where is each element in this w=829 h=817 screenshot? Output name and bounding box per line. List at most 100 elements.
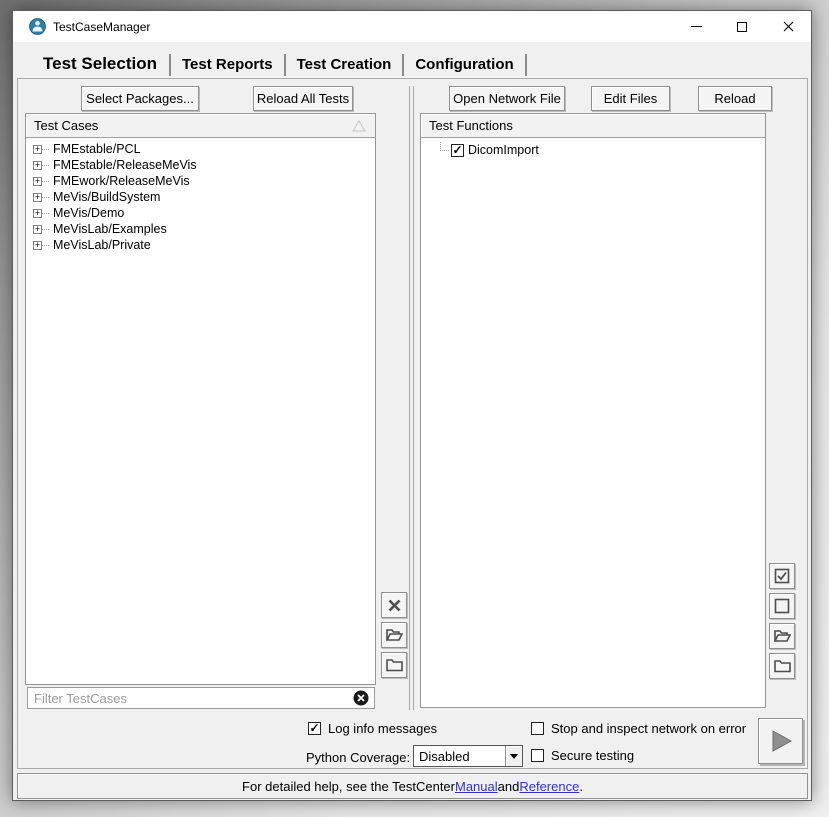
tree-item-mevislab-private[interactable]: + MeVisLab/Private: [33, 237, 375, 253]
open-testcase-folder-button[interactable]: [381, 622, 407, 648]
help-footer: For detailed help, see the TestCenter Ma…: [17, 773, 808, 799]
expand-icon[interactable]: +: [33, 241, 42, 250]
maximize-button[interactable]: [719, 11, 765, 42]
log-info-messages-label: Log info messages: [328, 721, 437, 736]
python-coverage-dropdown-button[interactable]: [505, 746, 522, 766]
expand-icon[interactable]: +: [33, 193, 42, 202]
chevron-down-icon: [510, 754, 518, 759]
tree-item-label: MeVis/BuildSystem: [53, 190, 160, 204]
tree-item-fmestable-pcl[interactable]: + FMEstable/PCL: [33, 141, 375, 157]
branch-line: [42, 229, 49, 230]
stop-inspect-checkbox[interactable]: [531, 722, 544, 735]
branch-line: [42, 149, 49, 150]
tab-bar: Test Selection Test Reports Test Creatio…: [31, 51, 527, 79]
folder-closed-icon: [386, 658, 403, 672]
folder-open-icon: [774, 629, 791, 643]
expand-icon[interactable]: +: [33, 177, 42, 186]
show-testcase-folder-button[interactable]: [381, 652, 407, 678]
secure-testing-checkbox[interactable]: [531, 749, 544, 762]
test-functions-tree: ✓ DicomImport: [421, 138, 765, 159]
python-coverage-select[interactable]: Disabled: [413, 745, 523, 767]
reference-link[interactable]: Reference: [519, 779, 579, 794]
branch-line: [42, 245, 49, 246]
minimize-icon: [691, 26, 702, 27]
tree-item-label: MeVis/Demo: [53, 206, 124, 220]
tree-item-label: FMEstable/ReleaseMeVis: [53, 158, 197, 172]
manual-link[interactable]: Manual: [455, 779, 498, 794]
tab-separator: [525, 54, 527, 76]
tree-item-fmestable-releasemevis[interactable]: + FMEstable/ReleaseMeVis: [33, 157, 375, 173]
branch-line: [42, 165, 49, 166]
tree-item-label: MeVisLab/Examples: [53, 222, 167, 236]
tree-item-label: DicomImport: [468, 143, 539, 157]
expand-icon[interactable]: +: [33, 209, 42, 218]
test-functions-header[interactable]: Test Functions: [421, 114, 765, 138]
open-network-file-button[interactable]: Open Network File: [449, 86, 565, 111]
window-controls: [673, 11, 811, 42]
tree-item-dicomimport[interactable]: ✓ DicomImport: [428, 141, 765, 159]
expand-icon[interactable]: +: [33, 161, 42, 170]
maximize-icon: [737, 22, 747, 32]
edit-files-button[interactable]: Edit Files: [591, 86, 670, 111]
secure-testing-option[interactable]: Secure testing: [531, 748, 634, 763]
test-cases-header[interactable]: Test Cases: [26, 114, 375, 138]
remove-testcase-button[interactable]: [381, 592, 407, 618]
testcasemanager-window: TestCaseManager Test Selection Test Repo…: [12, 10, 812, 801]
branch-line: [42, 197, 49, 198]
python-coverage-label: Python Coverage:: [306, 750, 410, 765]
test-functions-panel: Test Functions ✓ DicomImport: [420, 113, 766, 708]
close-button[interactable]: [765, 11, 811, 42]
tab-configuration[interactable]: Configuration: [404, 53, 524, 79]
checked-box-icon: [774, 568, 790, 584]
show-test-function-folder-button[interactable]: [769, 653, 795, 679]
branch-line: [440, 142, 449, 151]
help-text-suffix: .: [579, 779, 583, 794]
stop-inspect-option[interactable]: Stop and inspect network on error: [531, 721, 746, 736]
help-text-prefix: For detailed help, see the TestCenter: [242, 779, 455, 794]
python-coverage-value: Disabled: [414, 749, 505, 764]
stop-inspect-label: Stop and inspect network on error: [551, 721, 746, 736]
clear-filter-icon[interactable]: [353, 690, 369, 706]
tab-test-selection[interactable]: Test Selection: [31, 52, 169, 79]
check-all-tests-button[interactable]: [769, 563, 795, 589]
filter-testcases-input[interactable]: [28, 691, 353, 706]
select-packages-button[interactable]: Select Packages...: [81, 86, 199, 111]
open-test-function-folder-button[interactable]: [769, 623, 795, 649]
titlebar: TestCaseManager: [13, 11, 811, 42]
test-cases-header-label: Test Cases: [34, 118, 98, 133]
tree-item-mevis-buildsystem[interactable]: + MeVis/BuildSystem: [33, 189, 375, 205]
log-info-messages-option[interactable]: ✓ Log info messages: [308, 721, 437, 736]
dicomimport-checkbox[interactable]: ✓: [451, 144, 464, 157]
branch-line: [42, 181, 49, 182]
uncheck-all-tests-button[interactable]: [769, 593, 795, 619]
help-text-conjunction: and: [498, 779, 520, 794]
expand-icon[interactable]: +: [33, 225, 42, 234]
close-icon: [783, 21, 794, 32]
log-info-messages-checkbox[interactable]: ✓: [308, 722, 321, 735]
tree-item-mevislab-examples[interactable]: + MeVisLab/Examples: [33, 221, 375, 237]
app-icon: [29, 18, 46, 35]
reload-button[interactable]: Reload: [698, 86, 772, 111]
reload-all-tests-button[interactable]: Reload All Tests: [253, 86, 353, 111]
expand-icon[interactable]: +: [33, 145, 42, 154]
tree-item-label: FMEstable/PCL: [53, 142, 141, 156]
window-title: TestCaseManager: [53, 20, 150, 34]
play-icon: [768, 728, 794, 754]
x-icon: [387, 598, 402, 613]
filter-testcases-field: [27, 687, 375, 709]
test-functions-header-label: Test Functions: [429, 118, 513, 133]
secure-testing-label: Secure testing: [551, 748, 634, 763]
branch-line: [42, 213, 49, 214]
minimize-button[interactable]: [673, 11, 719, 42]
folder-open-icon: [386, 628, 403, 642]
tree-item-mevis-demo[interactable]: + MeVis/Demo: [33, 205, 375, 221]
folder-closed-icon: [774, 659, 791, 673]
run-tests-button[interactable]: [758, 718, 803, 764]
sort-indicator-icon: [351, 120, 367, 132]
tree-item-fmework-releasemevis[interactable]: + FMEwork/ReleaseMeVis: [33, 173, 375, 189]
test-cases-tree: + FMEstable/PCL + FMEstable/ReleaseMeVis…: [26, 138, 375, 253]
tab-test-reports[interactable]: Test Reports: [171, 53, 284, 79]
tab-test-creation[interactable]: Test Creation: [286, 53, 403, 79]
panel-splitter[interactable]: [409, 86, 414, 710]
tree-item-label: FMEwork/ReleaseMeVis: [53, 174, 190, 188]
